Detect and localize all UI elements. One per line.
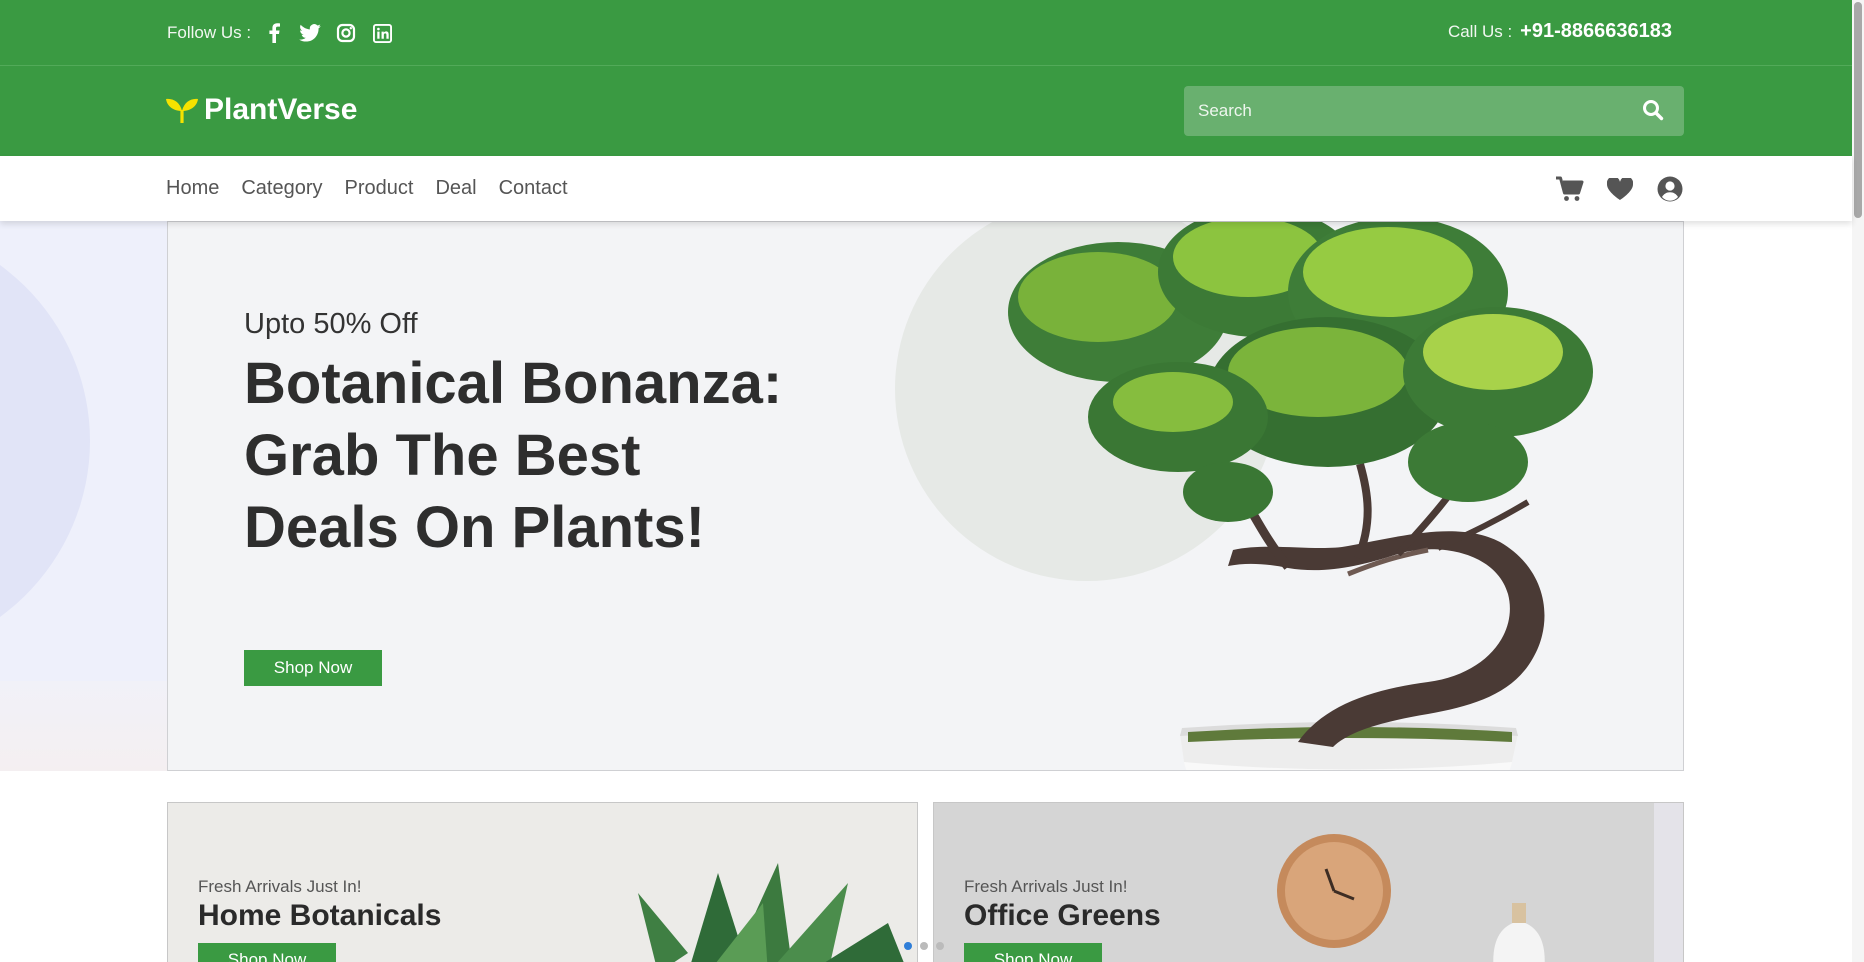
carousel-dots <box>904 942 944 950</box>
social-links <box>263 22 393 44</box>
main-nav: Home Category Product Deal Contact <box>0 156 1852 221</box>
carousel-dot[interactable] <box>920 942 928 950</box>
heart-icon[interactable] <box>1606 176 1634 202</box>
card-shop-now-button[interactable]: Shop Now <box>198 943 336 962</box>
sprout-icon <box>166 98 198 123</box>
carousel-dot[interactable] <box>904 942 912 950</box>
facebook-icon[interactable] <box>263 22 285 44</box>
card-title: Home Botanicals <box>198 899 442 932</box>
search-input[interactable] <box>1184 86 1624 136</box>
nav-menu: Home Category Product Deal Contact <box>166 177 568 200</box>
nav-item-product[interactable]: Product <box>345 177 414 200</box>
shop-now-button[interactable]: Shop Now <box>244 650 382 686</box>
bonsai-image <box>1008 222 1593 770</box>
promo-card-office: Fresh Arrivals Just In! Office Greens Sh… <box>933 802 1684 962</box>
hero-side-backdrop <box>0 221 168 771</box>
logo[interactable]: PlantVerse <box>166 93 357 127</box>
nav-actions <box>1556 176 1684 202</box>
follow-label: Follow Us : <box>167 23 252 42</box>
linkedin-icon[interactable] <box>371 22 393 44</box>
scrollbar[interactable] <box>1852 0 1864 962</box>
nav-item-contact[interactable]: Contact <box>499 177 568 200</box>
cart-icon[interactable] <box>1556 176 1584 202</box>
decorative-circle <box>0 221 90 661</box>
nav-item-deal[interactable]: Deal <box>435 177 476 200</box>
twitter-icon[interactable] <box>299 22 321 44</box>
card-kicker: Fresh Arrivals Just In! <box>964 877 1128 896</box>
search-icon[interactable] <box>1642 99 1666 123</box>
call-label: Call Us : <box>1447 21 1513 41</box>
header: PlantVerse <box>0 66 1852 156</box>
user-icon[interactable] <box>1656 176 1684 202</box>
card-shop-now-button[interactable]: Shop Now <box>964 943 1102 962</box>
decorative-fade <box>0 681 168 771</box>
hero-title: Botanical Bonanza: Grab The Best Deals O… <box>244 351 783 560</box>
hero-banner: Upto 50% Off Botanical Bonanza: Grab The… <box>167 221 1684 771</box>
phone-number[interactable]: +91-8866636183 <box>1520 20 1672 43</box>
brand-name: PlantVerse <box>204 93 358 126</box>
carousel-dot[interactable] <box>936 942 944 950</box>
nav-item-category[interactable]: Category <box>241 177 322 200</box>
follow-us: Follow Us : <box>167 22 393 44</box>
scrollbar-thumb[interactable] <box>1854 2 1862 218</box>
instagram-icon[interactable] <box>335 22 357 44</box>
promo-card-home: Fresh Arrivals Just In! Home Botanicals … <box>167 802 918 962</box>
nav-item-home[interactable]: Home <box>166 177 219 200</box>
search-box <box>1184 86 1684 136</box>
call-us: Call Us : +91-8866636183 <box>1448 20 1672 43</box>
card-kicker: Fresh Arrivals Just In! <box>198 877 362 896</box>
card-title: Office Greens <box>964 899 1161 932</box>
hero-kicker: Upto 50% Off <box>244 308 418 340</box>
top-bar: Follow Us : Call Us : +91-8866636183 <box>0 0 1852 66</box>
